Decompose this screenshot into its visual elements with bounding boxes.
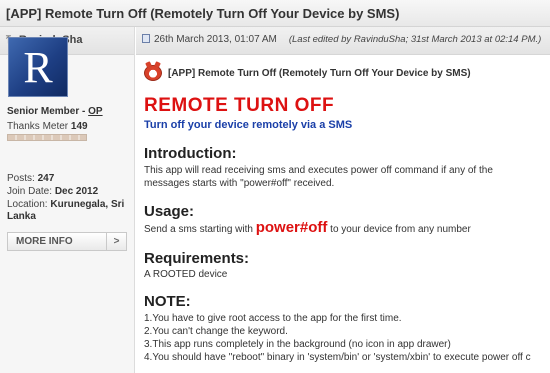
thanks-label: Thanks Meter <box>7 121 71 132</box>
headline: REMOTE TURN OFF <box>144 95 335 116</box>
posts-count: Posts: 247 <box>7 173 54 184</box>
usage-after: to your device from any number <box>327 224 471 235</box>
requirements-title: Requirements: <box>144 250 250 267</box>
avatar[interactable]: R <box>8 37 68 97</box>
post-subtitle: [APP] Remote Turn Off (Remotely Turn Off… <box>168 67 471 79</box>
note-item: 4.You should have "reboot" binary in 'sy… <box>144 352 531 363</box>
usage-keyword: power#off <box>255 219 328 236</box>
note-item: 1.You have to give root access to the ap… <box>144 313 402 324</box>
op-link[interactable]: OP <box>88 106 102 117</box>
thanks-meter <box>7 134 87 141</box>
thanks-value: 149 <box>70 121 88 132</box>
thanks-meter-fill <box>8 135 86 140</box>
more-info-label: MORE INFO <box>16 236 73 247</box>
android-app-icon <box>144 65 162 81</box>
thanks-meter-label: Thanks Meter 149 <box>7 121 88 132</box>
join-value: Dec 2012 <box>54 186 99 197</box>
location-value-2: Lanka <box>7 211 36 222</box>
join-date: Join Date: Dec 2012 <box>7 186 98 197</box>
usage-text: Send a sms starting with power#off to yo… <box>144 219 471 237</box>
post-body: [APP] Remote Turn Off (Remotely Turn Off… <box>136 55 550 373</box>
post-subtitle-row: [APP] Remote Turn Off (Remotely Turn Off… <box>144 65 471 81</box>
location-label: Location: <box>7 199 51 210</box>
join-label: Join Date: <box>7 186 55 197</box>
location-line2: Lanka <box>7 211 36 222</box>
avatar-letter: R <box>23 42 53 92</box>
thread-title: [APP] Remote Turn Off (Remotely Turn Off… <box>0 0 550 27</box>
usage-before: Send a sms starting with <box>144 224 256 235</box>
usage-title: Usage: <box>144 203 195 220</box>
intro-title: Introduction: <box>144 145 237 162</box>
note-item: 3.This app runs completely in the backgr… <box>144 339 451 350</box>
post-date: 26th March 2013, 01:07 AM <box>154 34 277 45</box>
chevron-right-icon[interactable]: > <box>106 233 126 250</box>
edited-note: (Last edited by RavinduSha; 31st March 2… <box>288 34 542 45</box>
intro-line-2: messages starts with "power#off" receive… <box>144 178 335 189</box>
note-item: 2.You can't change the keyword. <box>144 326 288 337</box>
posts-value: 247 <box>37 173 55 184</box>
document-icon <box>142 34 150 43</box>
more-info-button[interactable]: MORE INFO > <box>7 232 127 251</box>
intro-line-1: This app will read receiving sms and exe… <box>144 165 493 176</box>
post-header: 26th March 2013, 01:07 AM (Last edited by… <box>136 27 550 55</box>
requirements-text: A ROOTED device <box>144 269 228 280</box>
user-rank: Senior Member - OP <box>7 106 103 117</box>
posts-label: Posts: <box>7 173 38 184</box>
tagline: Turn off your device remotely via a SMS <box>144 119 353 131</box>
note-title: NOTE: <box>144 293 191 310</box>
rank-label: Senior Member - <box>7 106 89 117</box>
location: Location: Kurunegala, Sri <box>7 199 124 210</box>
location-value: Kurunegala, Sri <box>50 199 125 210</box>
